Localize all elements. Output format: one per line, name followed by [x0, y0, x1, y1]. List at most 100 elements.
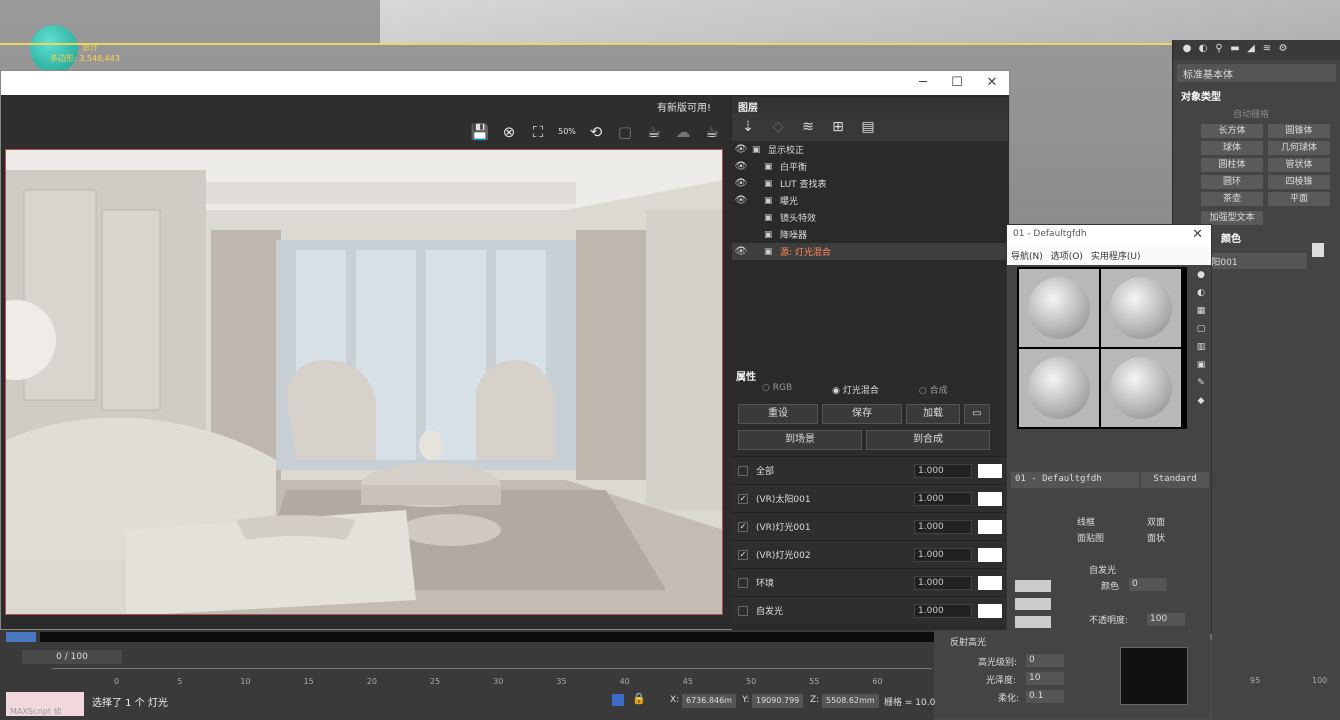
- diffuse-swatch[interactable]: [1015, 598, 1051, 610]
- light-multiplier[interactable]: 1.000: [914, 547, 972, 562]
- spec-level-spinner[interactable]: 0: [1026, 654, 1064, 667]
- two-sided-option[interactable]: 双面: [1147, 515, 1165, 528]
- modify-tab-icon[interactable]: ◐: [1197, 43, 1209, 55]
- light-select-row[interactable]: 环境 1.000: [732, 568, 1008, 596]
- reset-button[interactable]: 重设: [738, 404, 818, 424]
- facemap-option[interactable]: 面贴图: [1077, 531, 1104, 544]
- wire-option[interactable]: 线框: [1077, 515, 1095, 528]
- material-type-button[interactable]: Standard: [1141, 472, 1209, 488]
- load-button[interactable]: 加载: [906, 404, 960, 424]
- clear-icon[interactable]: ⊗: [498, 121, 520, 143]
- layer-item[interactable]: 👁 ▣ 显示校正: [732, 141, 1008, 158]
- minimize-icon[interactable]: ─: [913, 75, 933, 91]
- teapot-button[interactable]: 茶壶: [1201, 192, 1263, 206]
- camera-tab-icon[interactable]: ▬: [1229, 43, 1241, 55]
- visibility-eye-icon[interactable]: 👁: [732, 178, 750, 189]
- self-illum-color[interactable]: 颜色: [1101, 579, 1119, 592]
- tube-button[interactable]: 管状体: [1268, 158, 1330, 172]
- teapot-render-icon[interactable]: ☕: [643, 121, 665, 143]
- visibility-eye-icon[interactable]: 👁: [732, 144, 750, 155]
- light-color-swatch[interactable]: [978, 491, 1002, 506]
- helper-tab-icon[interactable]: ◢: [1245, 43, 1257, 55]
- light-checkbox[interactable]: ✓: [738, 549, 748, 560]
- crop-icon[interactable]: ▢: [614, 121, 636, 143]
- material-editor-titlebar[interactable]: 01 - Defaultgfdh ✕: [1007, 225, 1211, 247]
- radio-rgb[interactable]: ○ RGB: [762, 383, 792, 396]
- light-color-swatch[interactable]: [978, 575, 1002, 590]
- light-select-row[interactable]: ✓ (VR)灯光002 1.000: [732, 540, 1008, 568]
- systems-tab-icon[interactable]: ⚙: [1277, 43, 1289, 55]
- close-icon[interactable]: ✕: [982, 75, 1002, 91]
- to-scene-button[interactable]: 到场景: [738, 430, 862, 450]
- light-color-swatch[interactable]: [978, 463, 1002, 478]
- material-slot[interactable]: [1101, 269, 1181, 347]
- backlight-icon[interactable]: ◐: [1195, 288, 1207, 300]
- light-checkbox[interactable]: [738, 465, 748, 476]
- background-icon[interactable]: ▦: [1195, 306, 1207, 318]
- light-select-row[interactable]: 自发光 1.000: [732, 596, 1008, 624]
- frame-counter[interactable]: 0 / 100: [22, 650, 122, 664]
- light-select-row[interactable]: 全部 1.000: [732, 456, 1008, 484]
- visibility-eye-icon[interactable]: 👁: [732, 195, 750, 206]
- maximize-icon[interactable]: ☐: [947, 75, 967, 91]
- region-icon[interactable]: ⛶: [527, 121, 549, 143]
- gloss-spinner[interactable]: 10: [1026, 672, 1064, 685]
- menu-utilities[interactable]: 实用程序(U): [1091, 249, 1141, 263]
- category-dropdown[interactable]: 标准基本体: [1177, 64, 1336, 82]
- object-color-swatch[interactable]: [1312, 243, 1324, 257]
- to-composite-button[interactable]: 到合成: [866, 430, 990, 450]
- light-select-row[interactable]: ✓ (VR)太阳001 1.000: [732, 484, 1008, 512]
- light-checkbox[interactable]: ✓: [738, 493, 748, 504]
- light-select-row[interactable]: ✓ (VR)灯光001 1.000: [732, 512, 1008, 540]
- geosphere-button[interactable]: 几何球体: [1268, 141, 1330, 155]
- open-layer-icon[interactable]: ⊞: [828, 117, 848, 137]
- selection-lock-icon[interactable]: [612, 694, 624, 706]
- teapot-reset-icon[interactable]: ☕: [701, 121, 723, 143]
- close-icon[interactable]: ✕: [1192, 227, 1203, 242]
- color-select-icon[interactable]: ◆: [1195, 396, 1207, 408]
- timeline-thumb[interactable]: [6, 632, 36, 642]
- specular-swatch[interactable]: [1015, 616, 1051, 628]
- visibility-eye-icon[interactable]: 👁: [732, 246, 750, 257]
- light-checkbox[interactable]: [738, 577, 748, 588]
- layer-item[interactable]: 👁 ▣ 源: 灯光混合: [732, 243, 1008, 260]
- opacity-spinner[interactable]: 100: [1147, 613, 1185, 626]
- text-plus-button[interactable]: 加强型文本: [1201, 211, 1263, 225]
- object-type-header[interactable]: 对象类型: [1173, 86, 1340, 105]
- video-check-icon[interactable]: ▥: [1195, 342, 1207, 354]
- folder-icon[interactable]: ▭: [964, 404, 990, 424]
- layer-presets-icon[interactable]: ▤: [858, 117, 878, 137]
- rendered-image[interactable]: [5, 149, 723, 615]
- box-button[interactable]: 长方体: [1201, 124, 1263, 138]
- remove-layer-icon[interactable]: ◇: [768, 117, 788, 137]
- layer-item[interactable]: ▣ 降噪器: [732, 226, 1008, 243]
- light-multiplier[interactable]: 1.000: [914, 603, 972, 618]
- light-multiplier[interactable]: 1.000: [914, 575, 972, 590]
- self-illum-value[interactable]: 0: [1129, 578, 1167, 591]
- layer-item[interactable]: ▣ 镜头特效: [732, 209, 1008, 226]
- track-icon[interactable]: ⟲: [585, 121, 607, 143]
- z-coordinate[interactable]: 5508.62mm: [822, 694, 879, 708]
- light-tab-icon[interactable]: ⚲: [1213, 43, 1225, 55]
- light-color-swatch[interactable]: [978, 519, 1002, 534]
- sample-type-icon[interactable]: ●: [1195, 270, 1207, 282]
- radio-composite[interactable]: ○ 合成: [919, 383, 948, 396]
- ambient-swatch[interactable]: [1015, 580, 1051, 592]
- teapot-cloud-icon[interactable]: ☁: [672, 121, 694, 143]
- timeline-track[interactable]: [40, 632, 934, 642]
- save-icon[interactable]: 💾: [469, 121, 491, 143]
- create-tab-icon[interactable]: ●: [1181, 43, 1193, 55]
- light-multiplier[interactable]: 1.000: [914, 463, 972, 478]
- pyramid-button[interactable]: 四棱锥: [1268, 175, 1330, 189]
- zoom-50-icon[interactable]: 50%: [556, 121, 578, 143]
- add-layer-icon[interactable]: ⇣: [738, 117, 758, 137]
- maxscript-listener[interactable]: MAXScript 侦: [6, 692, 84, 716]
- light-color-swatch[interactable]: [978, 547, 1002, 562]
- update-notice[interactable]: 有新版可用!: [657, 99, 711, 114]
- x-coordinate[interactable]: 6736.846m: [682, 694, 736, 708]
- material-slot[interactable]: [1019, 269, 1099, 347]
- light-multiplier[interactable]: 1.000: [914, 519, 972, 534]
- layer-item[interactable]: 👁 ▣ 白平衡: [732, 158, 1008, 175]
- layer-item[interactable]: 👁 ▣ LUT 查找表: [732, 175, 1008, 192]
- sphere-button[interactable]: 球体: [1201, 141, 1263, 155]
